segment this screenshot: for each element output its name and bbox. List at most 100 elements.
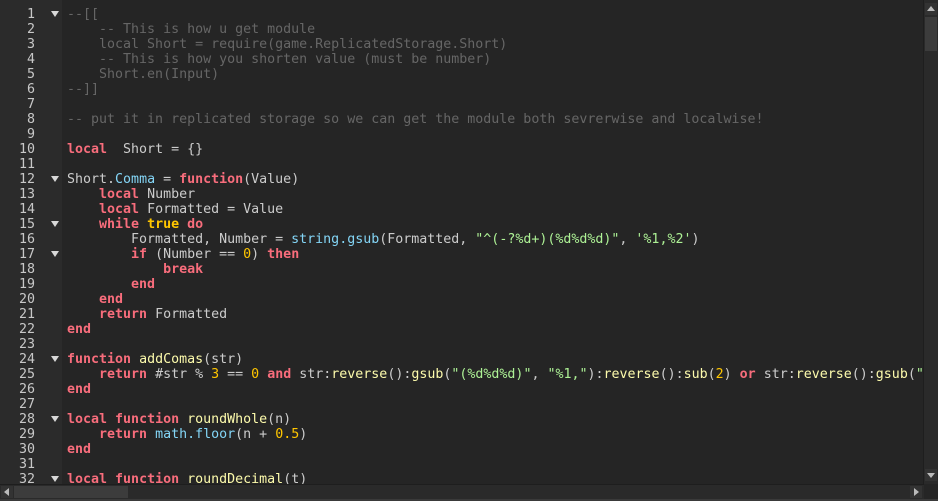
code-line[interactable]: 6 --]]: [0, 82, 924, 97]
token-plain: (Formatted,: [379, 232, 476, 247]
code-text: end: [67, 382, 91, 397]
horizontal-scroll-thumb[interactable]: [14, 486, 128, 498]
token-cm: -- This is how u get module: [67, 22, 316, 37]
line-number: 4: [26, 52, 35, 67]
code-text: Formatted, Number = string.gsub(Formatte…: [67, 232, 699, 247]
code-text: local function roundWhole(n): [67, 412, 291, 427]
code-text: end: [67, 277, 155, 292]
fold-arrow-icon[interactable]: [51, 251, 59, 257]
code-line[interactable]: 24 function addComas(str): [0, 352, 924, 367]
code-line[interactable]: 16 Formatted, Number = string.gsub(Forma…: [0, 232, 924, 247]
token-bi: Comma: [115, 172, 156, 187]
line-number: 16: [18, 232, 35, 247]
code-line[interactable]: 23: [0, 337, 924, 352]
code-line[interactable]: 27: [0, 397, 924, 412]
code-text: --[[: [67, 7, 99, 22]
token-kw: local: [67, 412, 108, 427]
line-number: 21: [18, 307, 35, 322]
code-line[interactable]: 28 local function roundWhole(n): [0, 412, 924, 427]
fold-arrow-icon[interactable]: [51, 356, 59, 362]
code-line[interactable]: 19 end: [0, 277, 924, 292]
code-line[interactable]: 2 -- This is how u get module: [0, 22, 924, 37]
token-plain: ): [251, 247, 268, 262]
token-plain: Formatted, Number =: [67, 232, 292, 247]
code-text: Short.Comma = function(Value): [67, 172, 299, 187]
token-cm: --]]: [67, 82, 100, 97]
fold-arrow-icon[interactable]: [51, 11, 59, 17]
code-line[interactable]: 26 end: [0, 382, 924, 397]
line-number: 8: [26, 112, 35, 127]
code-line[interactable]: 31: [0, 457, 924, 472]
line-number: 7: [26, 97, 35, 112]
scroll-right-button[interactable]: [910, 486, 922, 498]
token-plain: (str): [203, 352, 244, 367]
token-bi: math.floor: [155, 427, 236, 442]
line-number: 22: [18, 322, 35, 337]
token-kw: function: [67, 352, 132, 367]
code-line[interactable]: 9: [0, 127, 924, 142]
line-number: 5: [26, 67, 35, 82]
code-line[interactable]: 17 if (Number == 0) then: [0, 247, 924, 262]
code-editor[interactable]: 1 --[[2 -- This is how u get module 3 loca…: [0, 7, 924, 487]
line-number: 23: [18, 337, 35, 352]
token-cm: local Short = require(game.ReplicatedSto…: [67, 37, 508, 52]
fold-arrow-icon[interactable]: [51, 176, 59, 182]
vertical-scrollbar[interactable]: [923, 0, 938, 485]
line-number: 26: [18, 382, 35, 397]
token-plain: ():: [851, 367, 876, 382]
fold-arrow-icon[interactable]: [51, 416, 59, 422]
code-line[interactable]: 30 end: [0, 442, 924, 457]
fold-arrow-icon[interactable]: [51, 221, 59, 227]
token-plain: ,: [619, 232, 636, 247]
code-line[interactable]: 14 local Formatted = Value: [0, 202, 924, 217]
code-line[interactable]: 10 local Short = {}: [0, 142, 924, 157]
code-line[interactable]: 12 Short.Comma = function(Value): [0, 172, 924, 187]
token-kw: or: [739, 367, 756, 382]
code-line[interactable]: 8 -- put it in replicated storage so we c…: [0, 112, 924, 127]
token-kw: then: [267, 247, 300, 262]
code-text: return Formatted: [67, 307, 227, 322]
code-line[interactable]: 3 local Short = require(game.ReplicatedS…: [0, 37, 924, 52]
code-text: -- This is how u get module: [67, 22, 315, 37]
scroll-up-button[interactable]: [925, 3, 937, 15]
code-line[interactable]: 18 break: [0, 262, 924, 277]
line-number: 2: [26, 22, 35, 37]
code-text: end: [67, 292, 123, 307]
code-line[interactable]: 11: [0, 157, 924, 172]
code-text: break: [67, 262, 203, 277]
token-str: '%1,%2': [635, 232, 692, 247]
code-text: if (Number == 0) then: [67, 247, 299, 262]
token-kw: local: [99, 187, 140, 202]
token-plain: (n +: [235, 427, 276, 442]
code-line[interactable]: 29 return math.floor(n + 0.5): [0, 427, 924, 442]
line-number: 28: [18, 412, 35, 427]
scroll-left-button[interactable]: [1, 486, 13, 498]
fold-arrow-icon[interactable]: [51, 476, 59, 482]
token-kw: do: [187, 217, 204, 232]
code-line[interactable]: 4 -- This is how you shorten value (must…: [0, 52, 924, 67]
code-line[interactable]: 25 return #str % 3 == 0 and str:reverse(…: [0, 367, 924, 382]
token-plain: str:: [755, 367, 796, 382]
code-line[interactable]: 20 end: [0, 292, 924, 307]
token-plain: (n): [267, 412, 292, 427]
code-line[interactable]: 13 local Number: [0, 187, 924, 202]
code-line[interactable]: 15 while true do: [0, 217, 924, 232]
code-line[interactable]: 7: [0, 97, 924, 112]
code-line[interactable]: 21 return Formatted: [0, 307, 924, 322]
vertical-scroll-thumb[interactable]: [925, 17, 937, 51]
token-plain: Short = {}: [107, 142, 204, 157]
line-number: 31: [18, 457, 35, 472]
code-line[interactable]: 1 --[[: [0, 7, 924, 22]
horizontal-scrollbar[interactable]: [0, 484, 924, 499]
code-line[interactable]: 5 Short.en(Input): [0, 67, 924, 82]
token-kw: end: [67, 322, 92, 337]
code-line[interactable]: 22 end: [0, 322, 924, 337]
scroll-down-button[interactable]: [925, 469, 937, 481]
line-number: 27: [18, 397, 35, 412]
token-num: 0.5: [275, 427, 300, 442]
